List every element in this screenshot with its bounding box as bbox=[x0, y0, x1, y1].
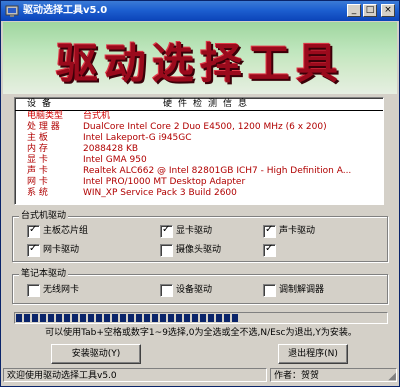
checkbox-box[interactable] bbox=[263, 284, 276, 297]
checkbox-label: 声卡驱动 bbox=[279, 226, 316, 236]
checkbox-video-driver[interactable]: 显卡驱动 bbox=[160, 224, 260, 238]
banner: 驱动选择工具 bbox=[3, 22, 397, 94]
checkbox-device-driver[interactable]: 设备驱动 bbox=[160, 284, 260, 297]
banner-title: 驱动选择工具 bbox=[55, 39, 344, 88]
status-author: 作者：贺贺 bbox=[270, 368, 397, 382]
close-button[interactable]: × bbox=[381, 4, 395, 17]
checkbox-label: 调制解调器 bbox=[279, 285, 325, 295]
hardware-info-panel[interactable]: 设备 硬件检测信息 电脑类型 台式机 处 理 器 DualCore Intel … bbox=[14, 97, 384, 205]
checkbox-box[interactable] bbox=[160, 284, 173, 297]
desktop-driver-group: 台式机驱动 主板芯片组 显卡驱动 声卡驱动 网卡驱动 摄像头驱动 bbox=[12, 210, 388, 262]
resize-grip-icon[interactable]: ◢ bbox=[384, 371, 396, 383]
checkbox-box[interactable] bbox=[160, 224, 173, 238]
desktop-driver-group-label: 台式机驱动 bbox=[19, 210, 69, 222]
minimize-button[interactable]: _ bbox=[347, 4, 361, 17]
info-row-label: 电脑类型 bbox=[27, 111, 64, 121]
main-window: 驱动选择工具v5.0 _ □ × 驱动选择工具 设备 硬件检测信息 电脑类型 台… bbox=[0, 0, 400, 387]
info-row-value: Intel GMA 950 bbox=[83, 155, 147, 165]
info-row-value: WIN_XP Service Pack 3 Build 2600 bbox=[83, 188, 237, 198]
info-header-detect: 硬件检测信息 bbox=[163, 99, 254, 109]
info-row-value: DualCore Intel Core 2 Duo E4500, 1200 MH… bbox=[83, 122, 327, 132]
info-row-label: 内 存 bbox=[27, 144, 48, 154]
checkbox-box[interactable] bbox=[263, 243, 276, 257]
title-bar[interactable]: 驱动选择工具v5.0 _ □ × bbox=[1, 1, 399, 21]
info-row-label: 系 统 bbox=[27, 188, 48, 198]
checkbox-label: 显卡驱动 bbox=[176, 226, 213, 236]
info-row-label: 主 板 bbox=[27, 133, 48, 143]
info-row-label: 声 卡 bbox=[27, 166, 48, 176]
checkbox-box[interactable] bbox=[160, 244, 173, 257]
checkbox-label: 网卡驱动 bbox=[43, 245, 80, 255]
checkbox-audio-driver[interactable]: 声卡驱动 bbox=[263, 224, 363, 238]
app-icon bbox=[5, 5, 19, 17]
checkbox-network-driver[interactable]: 网卡驱动 bbox=[27, 243, 127, 257]
info-header: 设备 硬件检测信息 bbox=[15, 98, 383, 111]
checkbox-box[interactable] bbox=[27, 284, 40, 297]
info-row-label: 处 理 器 bbox=[27, 122, 60, 132]
checkbox-box[interactable] bbox=[27, 243, 40, 257]
install-button[interactable]: 安装驱动(Y) bbox=[51, 344, 141, 364]
maximize-button[interactable]: □ bbox=[363, 4, 377, 17]
checkbox-label: 主板芯片组 bbox=[43, 226, 89, 236]
info-row-label: 网 卡 bbox=[27, 177, 48, 187]
status-bar: 欢迎使用驱动选择工具v5.0 作者：贺贺 ◢ bbox=[3, 368, 397, 384]
info-row-value: 2088428 KB bbox=[83, 144, 139, 154]
checkbox-chipset[interactable]: 主板芯片组 bbox=[27, 224, 127, 238]
info-row-label: 显 卡 bbox=[27, 155, 48, 165]
checkbox-box[interactable] bbox=[263, 224, 276, 238]
exit-button[interactable]: 退出程序(N) bbox=[278, 344, 348, 364]
checkbox-unlabeled[interactable] bbox=[263, 243, 363, 257]
checkbox-camera-driver[interactable]: 摄像头驱动 bbox=[160, 244, 260, 257]
checkbox-box[interactable] bbox=[27, 224, 40, 238]
checkbox-label: 无线网卡 bbox=[43, 285, 80, 295]
checkbox-wireless-card[interactable]: 无线网卡 bbox=[27, 284, 127, 297]
status-welcome: 欢迎使用驱动选择工具v5.0 bbox=[3, 368, 267, 382]
info-row-value: Intel Lakeport-G i945GC bbox=[83, 133, 192, 143]
checkbox-label: 设备驱动 bbox=[176, 285, 213, 295]
checkbox-modem[interactable]: 调制解调器 bbox=[263, 284, 363, 297]
checkbox-label: 摄像头驱动 bbox=[176, 245, 222, 255]
window-title: 驱动选择工具v5.0 bbox=[23, 5, 108, 16]
laptop-driver-group-label: 笔记本驱动 bbox=[19, 268, 69, 280]
info-row-value: 台式机 bbox=[83, 111, 111, 121]
progress-fill bbox=[16, 314, 238, 322]
laptop-driver-group: 笔记本驱动 无线网卡 设备驱动 调制解调器 bbox=[12, 268, 388, 304]
info-row-value: Intel PRO/1000 MT Desktop Adapter bbox=[83, 177, 246, 187]
hint-text: 可以使用Tab+空格或数字1~9选择,0为全选或全不选,N/Esc为退出,Y为安… bbox=[45, 328, 357, 338]
info-row-value: Realtek ALC662 @ Intel 82801GB ICH7 - Hi… bbox=[83, 166, 352, 176]
info-header-device: 设备 bbox=[27, 99, 58, 109]
progress-bar bbox=[14, 312, 388, 324]
